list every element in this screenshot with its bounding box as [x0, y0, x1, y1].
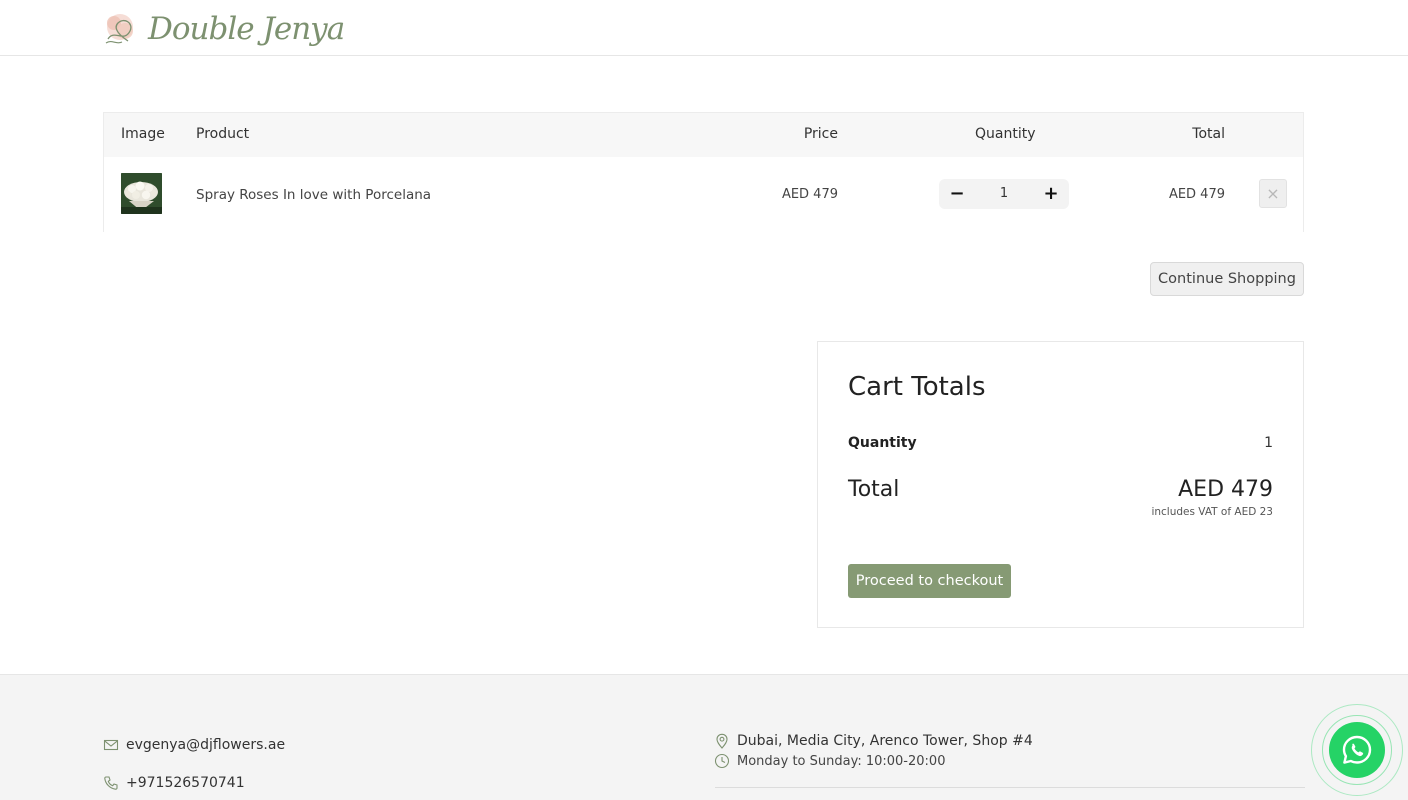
vat-note: includes VAT of AED 23 [1151, 506, 1273, 518]
table-row: Spray Roses In love with Porcelana AED 4… [104, 157, 1303, 232]
remove-item-button[interactable]: × [1259, 179, 1287, 208]
quantity-input[interactable]: 1 [975, 179, 1033, 209]
totals-total-value: AED 479 [1178, 477, 1273, 502]
column-header-product: Product [196, 126, 250, 142]
totals-quantity-value: 1 [1264, 435, 1273, 451]
footer-divider [715, 787, 1305, 788]
column-header-total: Total [1192, 126, 1225, 142]
footer-phone-text: +971526570741 [126, 775, 245, 791]
envelope-icon [103, 739, 119, 751]
map-pin-icon [716, 733, 728, 749]
quantity-increase-button[interactable]: + [1033, 179, 1069, 209]
site-logo[interactable]: Double Jenya [100, 8, 345, 50]
footer-address-text: Dubai, Media City, Arenco Tower, Shop #4 [737, 733, 1033, 749]
whatsapp-widget [1311, 704, 1403, 796]
totals-total-label: Total [848, 477, 900, 502]
flower-logo-icon [105, 14, 133, 44]
footer-email-text: evgenya@djflowers.ae [126, 737, 286, 753]
bouquet-image [121, 173, 162, 214]
line-total: AED 479 [1168, 187, 1225, 202]
quantity-stepper: − 1 + [939, 179, 1069, 209]
footer-hours-text: Monday to Sunday: 10:00-20:00 [737, 753, 946, 769]
footer-email[interactable]: evgenya@djflowers.ae [103, 737, 285, 753]
whatsapp-chat-button[interactable] [1329, 722, 1385, 778]
column-header-price: Price [803, 126, 838, 142]
quantity-decrease-button[interactable]: − [939, 179, 975, 209]
cart-totals-panel: Cart Totals Quantity 1 Total AED 479 inc… [817, 341, 1304, 628]
footer-phone[interactable]: +971526570741 [103, 775, 245, 791]
cart-table-header: Image Product Price Quantity Total [104, 113, 1303, 157]
clock-icon [714, 753, 730, 769]
continue-shopping-button[interactable]: Continue Shopping [1150, 262, 1304, 296]
phone-icon [104, 776, 118, 790]
product-name[interactable]: Spray Roses In love with Porcelana [196, 187, 431, 203]
product-thumbnail[interactable] [121, 173, 162, 214]
product-price: AED 479 [781, 187, 838, 202]
site-header: Double Jenya [0, 0, 1408, 56]
column-header-quantity: Quantity [975, 126, 1036, 142]
whatsapp-icon [1342, 735, 1372, 764]
cart-table: Image Product Price Quantity Total Spray… [103, 112, 1304, 232]
proceed-to-checkout-button[interactable]: Proceed to checkout [848, 564, 1011, 598]
footer-address[interactable]: Dubai, Media City, Arenco Tower, Shop #4 [714, 733, 1033, 749]
site-footer: evgenya@djflowers.ae +971526570741 Dubai… [0, 674, 1408, 800]
column-header-image: Image [121, 126, 165, 142]
totals-quantity-label: Quantity [848, 435, 917, 451]
cart-totals-title: Cart Totals [848, 372, 986, 402]
logo-wordmark: Double Jenya [148, 11, 345, 47]
footer-hours: Monday to Sunday: 10:00-20:00 [714, 753, 945, 769]
